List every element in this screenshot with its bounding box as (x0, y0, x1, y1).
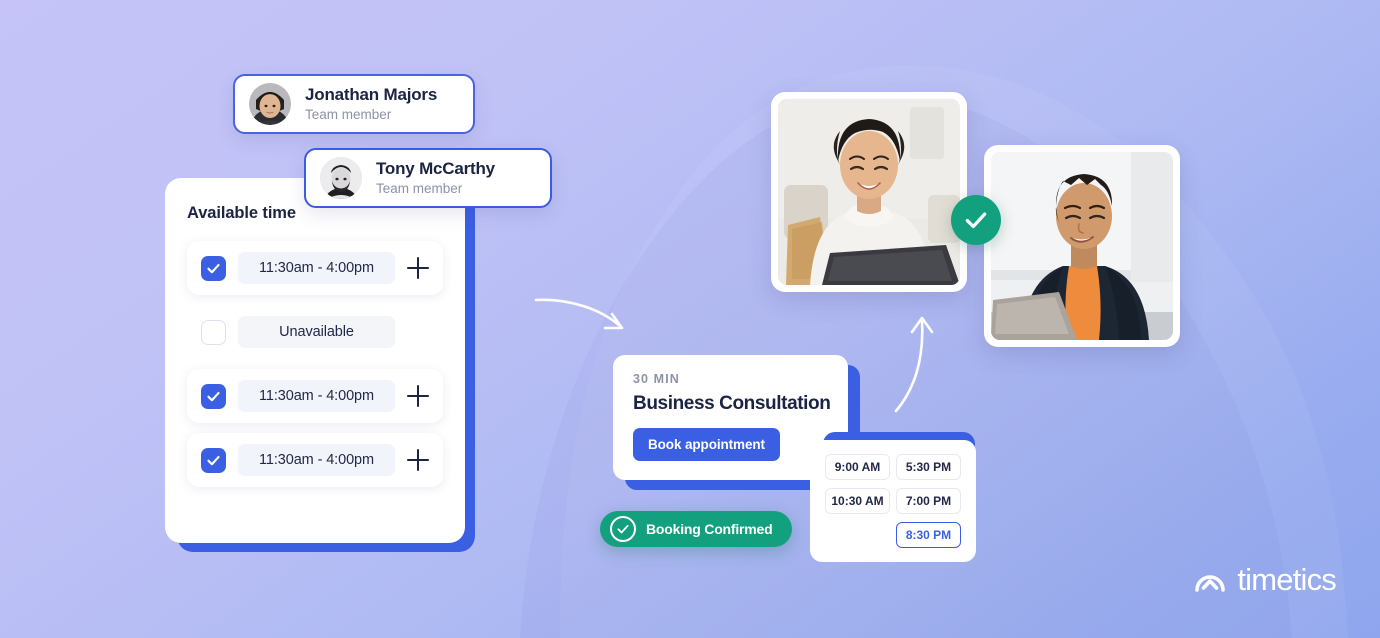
check-icon (207, 263, 220, 273)
member-role: Team member (376, 181, 463, 197)
plus-icon[interactable] (407, 257, 429, 279)
booking-confirmed-badge: Booking Confirmed (600, 511, 793, 547)
slot-checkbox-checked[interactable] (201, 255, 226, 281)
member-name: Tony McCarthy (376, 159, 495, 179)
book-appointment-button[interactable]: Book appointment (633, 428, 780, 461)
arrow-up-icon (894, 316, 934, 413)
team-member-card-tony[interactable]: Tony McCarthy Team member (304, 148, 552, 208)
check-icon (965, 212, 987, 229)
consultation-title: Business Consultation (633, 393, 831, 414)
time-slot-option[interactable]: 7:00 PM (896, 488, 961, 514)
brand-name: timetics (1237, 562, 1336, 597)
status-badge (951, 195, 1001, 245)
time-slot-option-selected[interactable]: 8:30 PM (896, 522, 961, 548)
brand-logo: timetics (1194, 562, 1337, 598)
timetics-logo-icon (1195, 575, 1226, 592)
member-role: Team member (305, 107, 392, 123)
plus-icon[interactable] (407, 449, 429, 471)
availability-slot-row[interactable]: 11:30am - 4:00pm (187, 433, 443, 487)
availability-slot-row[interactable]: 11:30am - 4:00pm (187, 369, 443, 423)
available-time-panel: Available time 11:30am - 4:00pm Unavaila… (165, 178, 465, 543)
slot-checkbox-checked[interactable] (201, 383, 226, 409)
consultation-duration: 30 MIN (633, 372, 680, 386)
arrow-right-icon (534, 298, 624, 330)
time-slot-option[interactable]: 9:00 AM (825, 454, 890, 480)
promo-illustration: Available time 11:30am - 4:00pm Unavaila… (0, 0, 1380, 638)
photo-woman-on-laptop (771, 92, 967, 292)
avatar-jonathan (249, 83, 291, 125)
availability-slot-row[interactable]: Unavailable (187, 305, 443, 359)
photo-man-on-laptop (984, 145, 1180, 347)
check-icon (207, 391, 220, 401)
slot-time-label: 11:30am - 4:00pm (238, 252, 395, 284)
team-member-card-jonathan[interactable]: Jonathan Majors Team member (233, 74, 475, 134)
check-icon (207, 455, 220, 465)
time-slot-empty (825, 522, 890, 548)
time-picker-card: 9:00 AM 5:30 PM 10:30 AM 7:00 PM 8:30 PM (810, 440, 976, 562)
slot-time-label: 11:30am - 4:00pm (238, 380, 395, 412)
slot-checkbox-checked[interactable] (201, 447, 226, 473)
time-slot-option[interactable]: 5:30 PM (896, 454, 961, 480)
member-name: Jonathan Majors (305, 85, 438, 105)
slot-time-label: 11:30am - 4:00pm (238, 444, 395, 476)
slot-time-label: Unavailable (238, 316, 395, 348)
check-circle-icon (610, 516, 636, 542)
time-slot-option[interactable]: 10:30 AM (825, 488, 890, 514)
availability-slot-row[interactable]: 11:30am - 4:00pm (187, 241, 443, 295)
slot-checkbox-unchecked[interactable] (201, 319, 226, 345)
avatar-tony (320, 157, 362, 199)
plus-icon[interactable] (407, 385, 429, 407)
booking-confirmed-label: Booking Confirmed (646, 521, 773, 537)
